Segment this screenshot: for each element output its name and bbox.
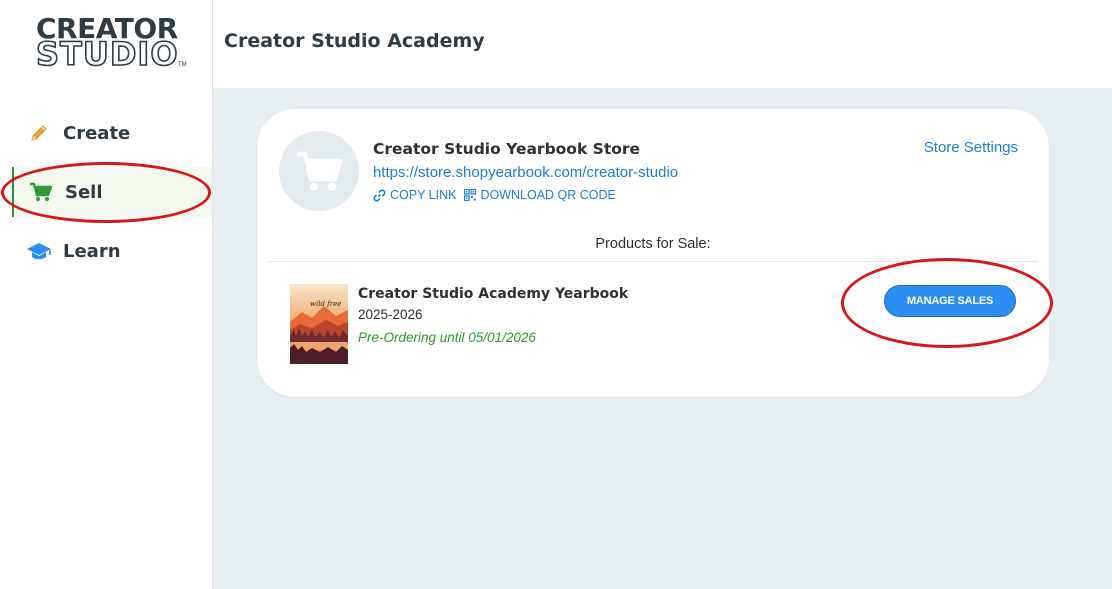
products-for-sale-label: Products for Sale: (595, 236, 711, 252)
cover-text: wild free (310, 300, 341, 308)
sidebar-item-create[interactable]: Create (0, 108, 213, 158)
graduation-cap-icon (26, 239, 52, 263)
cart-icon (28, 180, 54, 204)
pencil-icon (26, 121, 52, 145)
store-link-actions: COPY LINK DOWNLOAD QR CODE (373, 188, 616, 202)
download-qr-label: DOWNLOAD QR CODE (480, 188, 616, 202)
logo-line2: STUDIO (35, 35, 179, 73)
store-card: Creator Studio Yearbook Store https://st… (257, 109, 1049, 397)
sidebar: CREATOR STUDIO TM Create Sell Learn (0, 0, 213, 589)
creator-studio-logo[interactable]: CREATOR STUDIO TM (35, 14, 187, 73)
store-avatar (279, 131, 359, 211)
sidebar-item-learn[interactable]: Learn (0, 226, 213, 276)
copy-link-button[interactable]: COPY LINK (373, 188, 456, 202)
download-qr-button[interactable]: DOWNLOAD QR CODE (464, 188, 616, 202)
sidebar-item-label: Learn (63, 240, 121, 262)
store-name: Creator Studio Yearbook Store (373, 140, 641, 158)
page-header: Creator Studio Academy (213, 0, 1112, 88)
qr-code-icon (464, 189, 477, 201)
sidebar-item-label: Sell (65, 181, 103, 203)
sidebar-item-sell[interactable]: Sell (12, 167, 212, 217)
logo-trademark: TM (178, 62, 187, 68)
store-settings-link[interactable]: Store Settings (924, 139, 1018, 156)
yearbook-cover-image: wild free (290, 284, 348, 364)
copy-link-label: COPY LINK (390, 188, 457, 202)
store-url-link[interactable]: https://store.shopyearbook.com/creator-s… (373, 164, 678, 181)
link-icon (373, 189, 386, 201)
page-title: Creator Studio Academy (224, 30, 485, 52)
product-year: 2025-2026 (358, 307, 423, 322)
product-name: Creator Studio Academy Yearbook (358, 286, 629, 302)
cart-icon (297, 151, 343, 191)
sidebar-item-label: Create (63, 122, 131, 144)
manage-sales-button[interactable]: MANAGE SALES (884, 285, 1016, 317)
product-status: Pre-Ordering until 05/01/2026 (358, 330, 536, 345)
divider (268, 261, 1038, 262)
